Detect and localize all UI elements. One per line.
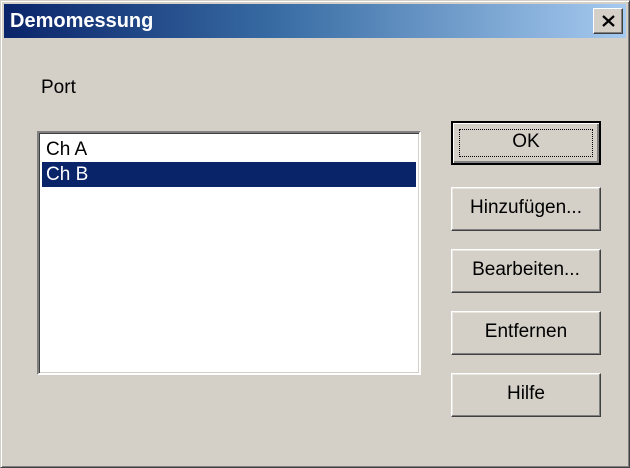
help-button[interactable]: Hilfe xyxy=(451,373,601,417)
ok-button[interactable]: OK xyxy=(451,121,601,165)
remove-button-label: Entfernen xyxy=(484,321,568,342)
close-icon xyxy=(602,15,615,27)
add-button[interactable]: Hinzufügen... xyxy=(451,187,601,231)
help-button-label: Hilfe xyxy=(506,383,545,404)
edit-button-label: Bearbeiten... xyxy=(472,259,580,280)
add-button-label: Hinzufügen... xyxy=(470,197,582,218)
title-bar[interactable]: Demomessung xyxy=(4,4,626,38)
dialog-window: Demomessung Port Ch A Ch B OK Hinzufügen… xyxy=(0,0,630,468)
window-title: Demomessung xyxy=(10,10,154,32)
list-item-ch-a[interactable]: Ch A xyxy=(42,137,416,162)
edit-button[interactable]: Bearbeiten... xyxy=(451,249,601,293)
close-button[interactable] xyxy=(593,8,623,34)
ok-button-label: OK xyxy=(512,131,540,152)
port-label: Port xyxy=(41,77,76,98)
list-item-ch-b[interactable]: Ch B xyxy=(42,162,416,187)
port-listbox[interactable]: Ch A Ch B xyxy=(37,131,421,375)
remove-button[interactable]: Entfernen xyxy=(451,311,601,355)
